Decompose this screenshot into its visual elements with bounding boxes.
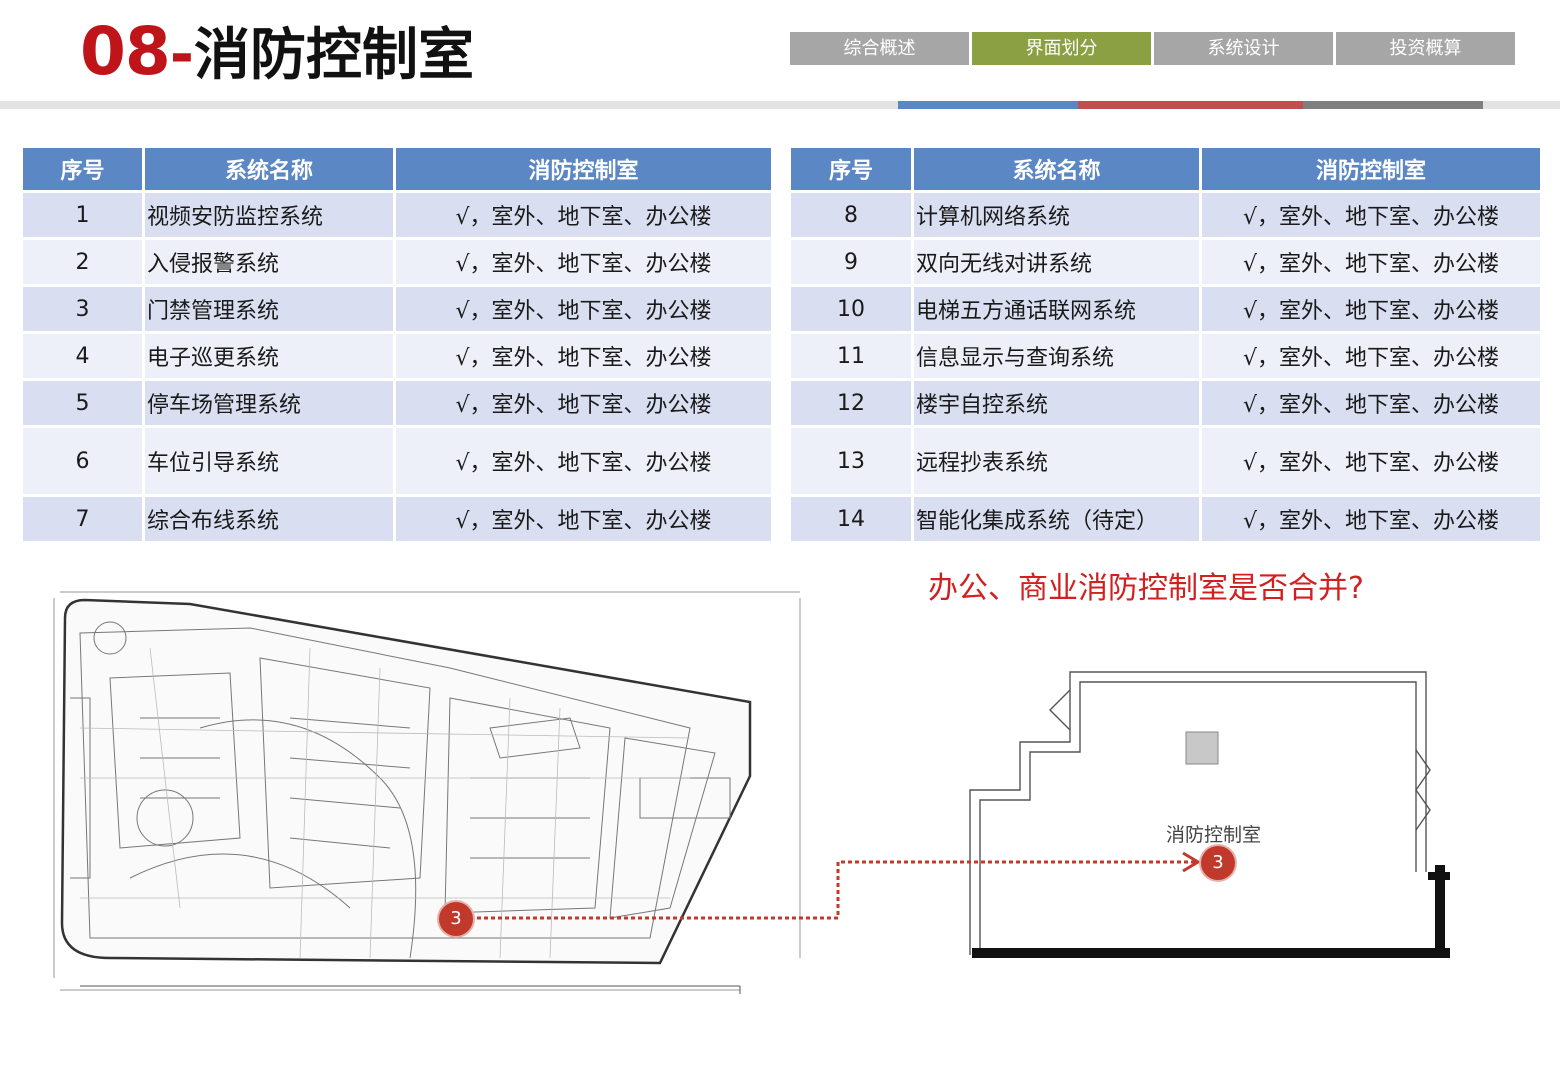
row-index: 6	[20, 425, 145, 497]
row-scope: √，室外、地下室、办公楼	[1199, 190, 1543, 240]
merge-question: 办公、商业消防控制室是否合并?	[928, 571, 1364, 606]
row-system-name: 电梯五方通话联网系统	[911, 284, 1202, 334]
row-scope: √，室外、地下室、办公楼	[393, 378, 774, 428]
table-row: 3 门禁管理系统 √，室外、地下室、办公楼	[20, 284, 774, 334]
row-index: 4	[20, 331, 145, 381]
location-marker-site[interactable]: 3	[439, 902, 473, 936]
row-index: 12	[788, 378, 914, 428]
row-system-name: 视频安防监控系统	[142, 190, 396, 240]
row-index: 11	[788, 331, 914, 381]
table-row: 10 电梯五方通话联网系统 √，室外、地下室、办公楼	[788, 284, 1543, 334]
tab-system-design[interactable]: 系统设计	[1154, 32, 1333, 65]
row-scope: √，室外、地下室、办公楼	[393, 190, 774, 240]
table-row: 6 车位引导系统 √，室外、地下室、办公楼	[20, 425, 774, 497]
table-row: 8 计算机网络系统 √，室外、地下室、办公楼	[788, 190, 1543, 240]
col-header-index: 序号	[788, 145, 914, 193]
row-index: 5	[20, 378, 145, 428]
row-scope: √，室外、地下室、办公楼	[1199, 331, 1543, 381]
row-system-name: 双向无线对讲系统	[911, 237, 1202, 287]
section-number: 08	[80, 13, 171, 90]
row-scope: √，室外、地下室、办公楼	[393, 237, 774, 287]
systems-table-right: 序号 系统名称 消防控制室 8 计算机网络系统 √，室外、地下室、办公楼 9 双…	[788, 145, 1543, 544]
row-system-name: 智能化集成系统（待定）	[911, 494, 1202, 544]
row-index: 3	[20, 284, 145, 334]
table-row: 7 综合布线系统 √，室外、地下室、办公楼	[20, 494, 774, 544]
table-row: 13 远程抄表系统 √，室外、地下室、办公楼	[788, 425, 1543, 497]
progress-bar-gray	[1303, 101, 1483, 109]
table-row: 1 视频安防监控系统 √，室外、地下室、办公楼	[20, 190, 774, 240]
site-floor-plan	[53, 591, 801, 994]
table-row: 11 信息显示与查询系统 √，室外、地下室、办公楼	[788, 331, 1543, 381]
table-header-row: 序号 系统名称 消防控制室	[788, 145, 1543, 193]
row-system-name: 计算机网络系统	[911, 190, 1202, 240]
row-index: 13	[788, 425, 914, 497]
row-system-name: 楼宇自控系统	[911, 378, 1202, 428]
page-title: 08-消防控制室	[80, 10, 474, 90]
row-system-name: 信息显示与查询系统	[911, 331, 1202, 381]
col-header-control-room: 消防控制室	[393, 145, 774, 193]
row-scope: √，室外、地下室、办公楼	[1199, 378, 1543, 428]
row-index: 9	[788, 237, 914, 287]
row-scope: √，室外、地下室、办公楼	[1199, 237, 1543, 287]
progress-bar-red	[1078, 101, 1303, 109]
table-row: 2 入侵报警系统 √，室外、地下室、办公楼	[20, 237, 774, 287]
progress-bar-blue	[898, 101, 1078, 109]
row-system-name: 电子巡更系统	[142, 331, 396, 381]
row-scope: √，室外、地下室、办公楼	[393, 494, 774, 544]
row-scope: √，室外、地下室、办公楼	[1199, 284, 1543, 334]
row-scope: √，室外、地下室、办公楼	[393, 284, 774, 334]
tab-interface-division[interactable]: 界面划分	[972, 32, 1151, 65]
col-header-control-room: 消防控制室	[1199, 145, 1543, 193]
row-system-name: 车位引导系统	[142, 425, 396, 497]
row-system-name: 远程抄表系统	[911, 425, 1202, 497]
control-room-detail	[969, 671, 1450, 958]
col-header-system: 系统名称	[142, 145, 396, 193]
systems-table-left: 序号 系统名称 消防控制室 1 视频安防监控系统 √，室外、地下室、办公楼 2 …	[20, 145, 774, 544]
location-marker-room[interactable]: 3	[1201, 846, 1235, 880]
row-index: 8	[788, 190, 914, 240]
row-scope: √，室外、地下室、办公楼	[1199, 494, 1543, 544]
table-row: 12 楼宇自控系统 √，室外、地下室、办公楼	[788, 378, 1543, 428]
row-system-name: 门禁管理系统	[142, 284, 396, 334]
row-index: 14	[788, 494, 914, 544]
col-header-index: 序号	[20, 145, 145, 193]
table-row: 9 双向无线对讲系统 √，室外、地下室、办公楼	[788, 237, 1543, 287]
section-nav: 综合概述 界面划分 系统设计 投资概算	[790, 32, 1518, 65]
table-row: 14 智能化集成系统（待定） √，室外、地下室、办公楼	[788, 494, 1543, 544]
row-scope: √，室外、地下室、办公楼	[393, 425, 774, 497]
col-header-system: 系统名称	[911, 145, 1202, 193]
table-header-row: 序号 系统名称 消防控制室	[20, 145, 774, 193]
row-index: 1	[20, 190, 145, 240]
row-index: 2	[20, 237, 145, 287]
tab-investment-estimate[interactable]: 投资概算	[1336, 32, 1515, 65]
row-index: 10	[788, 284, 914, 334]
table-row: 4 电子巡更系统 √，室外、地下室、办公楼	[20, 331, 774, 381]
fire-control-room-label: 消防控制室	[1166, 824, 1262, 846]
row-index: 7	[20, 494, 145, 544]
table-row: 5 停车场管理系统 √，室外、地下室、办公楼	[20, 378, 774, 428]
title-dash: -	[169, 20, 194, 88]
section-title: 消防控制室	[193, 23, 474, 88]
tab-overview[interactable]: 综合概述	[790, 32, 969, 65]
row-scope: √，室外、地下室、办公楼	[393, 331, 774, 381]
row-system-name: 停车场管理系统	[142, 378, 396, 428]
row-system-name: 综合布线系统	[142, 494, 396, 544]
row-system-name: 入侵报警系统	[142, 237, 396, 287]
row-scope: √，室外、地下室、办公楼	[1199, 425, 1543, 497]
